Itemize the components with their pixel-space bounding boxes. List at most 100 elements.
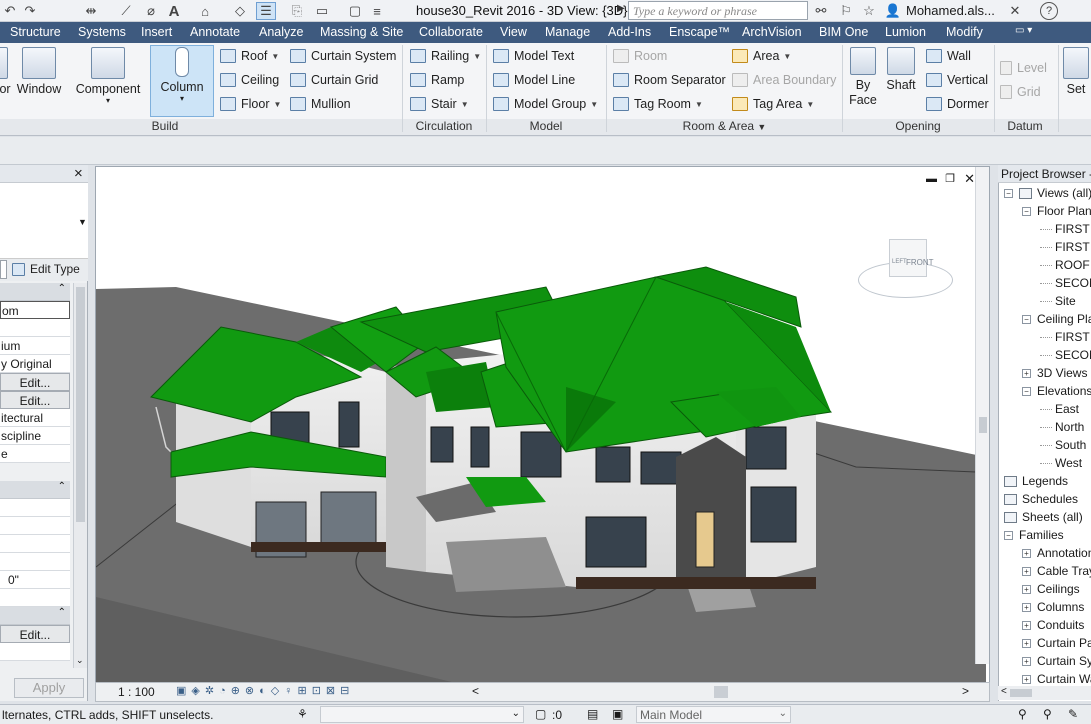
select-pinned-icon[interactable]: ✎ xyxy=(1068,707,1078,721)
ribbon-options-icon[interactable]: ▭ ▾ xyxy=(1015,25,1032,36)
section-collapse-icon[interactable]: ⌃ xyxy=(0,481,70,499)
search-expand-icon[interactable]: ▶ xyxy=(617,3,625,14)
dormer-button[interactable]: Dormer xyxy=(926,97,989,111)
browser-item[interactable]: West xyxy=(1040,456,1082,470)
type-selector[interactable]: ▼ xyxy=(0,183,88,259)
browser-item[interactable]: + Curtain Systems xyxy=(1022,654,1091,668)
tag-area-button[interactable]: Tag Area ▼ xyxy=(732,97,814,111)
tab-massing-site[interactable]: Massing & Site xyxy=(320,25,403,39)
filter-dropdown[interactable] xyxy=(0,260,7,279)
tab-collaborate[interactable]: Collaborate xyxy=(419,25,483,39)
exchange-apps-icon[interactable]: ✕ xyxy=(1006,2,1024,20)
area-boundary-button[interactable]: Area Boundary xyxy=(732,73,836,87)
browser-item[interactable]: − Families xyxy=(1004,528,1064,542)
browser-item[interactable]: − Elevations xyxy=(1022,384,1091,398)
house-model[interactable] xyxy=(95,167,989,683)
level-button[interactable]: Level xyxy=(1000,61,1047,75)
browser-item[interactable]: SECOND xyxy=(1040,348,1091,362)
browser-item[interactable]: Sheets (all) xyxy=(1004,510,1083,524)
browser-item[interactable]: + Cable Tray xyxy=(1022,564,1091,578)
browser-item[interactable]: FIRST xyxy=(1040,330,1090,344)
wall-opening-button[interactable]: Wall xyxy=(926,49,971,63)
browser-h-scrollbar[interactable]: < xyxy=(998,686,1091,700)
stair-button[interactable]: Stair ▼ xyxy=(410,97,469,111)
tab-archvision[interactable]: ArchVision xyxy=(742,25,802,39)
curtain-system-button[interactable]: Curtain System xyxy=(290,49,396,63)
tab-enscape[interactable]: Enscape™ xyxy=(669,25,730,39)
selection-filter-icon[interactable]: ▢ xyxy=(535,707,546,721)
tag-room-button[interactable]: Tag Room ▼ xyxy=(613,97,703,111)
browser-item[interactable]: ROOF xyxy=(1040,258,1090,272)
room-separator-button[interactable]: Room Separator xyxy=(613,73,726,87)
browser-item[interactable]: + Annotation xyxy=(1022,546,1091,560)
dimension-icon[interactable]: ⟋ xyxy=(118,2,134,20)
switch-windows-icon[interactable]: ▭ xyxy=(313,2,331,20)
apply-button[interactable]: Apply xyxy=(14,678,84,698)
user-icon[interactable]: 👤 xyxy=(884,2,902,20)
browser-item[interactable]: + Curtain Panels xyxy=(1022,636,1091,650)
tab-bim-one[interactable]: BIM One xyxy=(819,25,868,39)
favorites-icon[interactable]: ☆ xyxy=(860,2,878,20)
browser-item[interactable]: FIRST xyxy=(1040,222,1090,236)
scroll-left-icon[interactable]: < xyxy=(472,684,479,698)
tab-lumion[interactable]: Lumion xyxy=(885,25,926,39)
search-input[interactable]: Type a keyword or phrase xyxy=(628,1,808,20)
expand-icon[interactable]: + xyxy=(1022,584,1031,594)
thin-lines-icon[interactable]: ☰ xyxy=(256,2,276,20)
restore-icon[interactable]: ❐ xyxy=(945,172,955,185)
binoculars-icon[interactable]: ⚯ xyxy=(812,2,830,20)
railing-button[interactable]: Railing ▼ xyxy=(410,49,481,63)
user-name[interactable]: Mohamed.als... xyxy=(906,3,995,18)
mullion-button[interactable]: Mullion xyxy=(290,97,351,111)
model-line-button[interactable]: Model Line xyxy=(493,73,575,87)
properties-scrollbar[interactable]: ⌄ xyxy=(73,283,87,668)
expand-icon[interactable]: + xyxy=(1022,368,1031,378)
model-text-button[interactable]: Model Text xyxy=(493,49,574,63)
select-underlay-icon[interactable]: ⚲ xyxy=(1043,707,1052,721)
edit-button[interactable]: Edit... xyxy=(0,625,70,643)
set-workplane-button[interactable]: Set xyxy=(1061,47,1091,96)
select-links-icon[interactable]: ⚲ xyxy=(1018,707,1027,721)
filter-icon[interactable]: ▤ xyxy=(587,707,598,721)
tab-systems[interactable]: Systems xyxy=(78,25,126,39)
worksets-icon[interactable]: ⚘ xyxy=(297,707,308,721)
tab-add-ins[interactable]: Add-Ins xyxy=(608,25,651,39)
by-face-button[interactable]: By Face xyxy=(845,47,881,108)
horizontal-scroll-thumb[interactable] xyxy=(714,686,728,698)
tab-structure[interactable]: Structure xyxy=(10,25,61,39)
text-icon[interactable]: A xyxy=(166,2,182,20)
browser-item[interactable]: SECOND xyxy=(1040,276,1091,290)
help-icon[interactable]: ? xyxy=(1040,2,1058,20)
close-hidden-icon[interactable]: ⎘ xyxy=(288,2,306,20)
section-collapse-icon[interactable]: ⌃ xyxy=(0,607,70,625)
collapse-icon[interactable]: − xyxy=(1022,386,1031,396)
browser-item[interactable]: North xyxy=(1040,420,1084,434)
browser-item[interactable]: Site xyxy=(1040,294,1076,308)
minimize-icon[interactable]: ▬ xyxy=(926,173,937,185)
roof-button[interactable]: Roof ▼ xyxy=(220,49,279,63)
close-icon[interactable]: × xyxy=(74,165,83,182)
collapse-icon[interactable]: − xyxy=(1022,314,1031,324)
undo-icon[interactable]: ↶ xyxy=(2,2,18,20)
browser-item[interactable]: Schedules xyxy=(1004,492,1078,506)
area-button[interactable]: Area ▼ xyxy=(732,49,791,63)
tab-annotate[interactable]: Annotate xyxy=(190,25,240,39)
expand-icon[interactable]: + xyxy=(1022,548,1031,558)
component-button[interactable]: Component ▾ xyxy=(73,47,143,105)
tab-view[interactable]: View xyxy=(500,25,527,39)
subscription-icon[interactable]: ⚐ xyxy=(837,2,855,20)
tab-analyze[interactable]: Analyze xyxy=(259,25,303,39)
ceiling-button[interactable]: Ceiling xyxy=(220,73,279,87)
browser-item[interactable]: FIRST xyxy=(1040,240,1090,254)
expand-icon[interactable]: + xyxy=(1022,566,1031,576)
room-area-panel-title[interactable]: Room & Area ▼ xyxy=(607,119,842,135)
design-options-dropdown[interactable]: Main Model ⌄ xyxy=(636,706,791,723)
browser-item[interactable]: −Floor Plans xyxy=(1022,204,1091,218)
floor-button[interactable]: Floor ▼ xyxy=(220,97,281,111)
editable-only-icon[interactable]: ▣ xyxy=(612,707,623,721)
ramp-button[interactable]: Ramp xyxy=(410,73,464,87)
grid-button[interactable]: Grid xyxy=(1000,85,1041,99)
measure-icon[interactable]: ⇹ xyxy=(82,2,100,20)
window-button[interactable]: Window xyxy=(14,47,64,96)
expand-icon[interactable]: + xyxy=(1022,620,1031,630)
